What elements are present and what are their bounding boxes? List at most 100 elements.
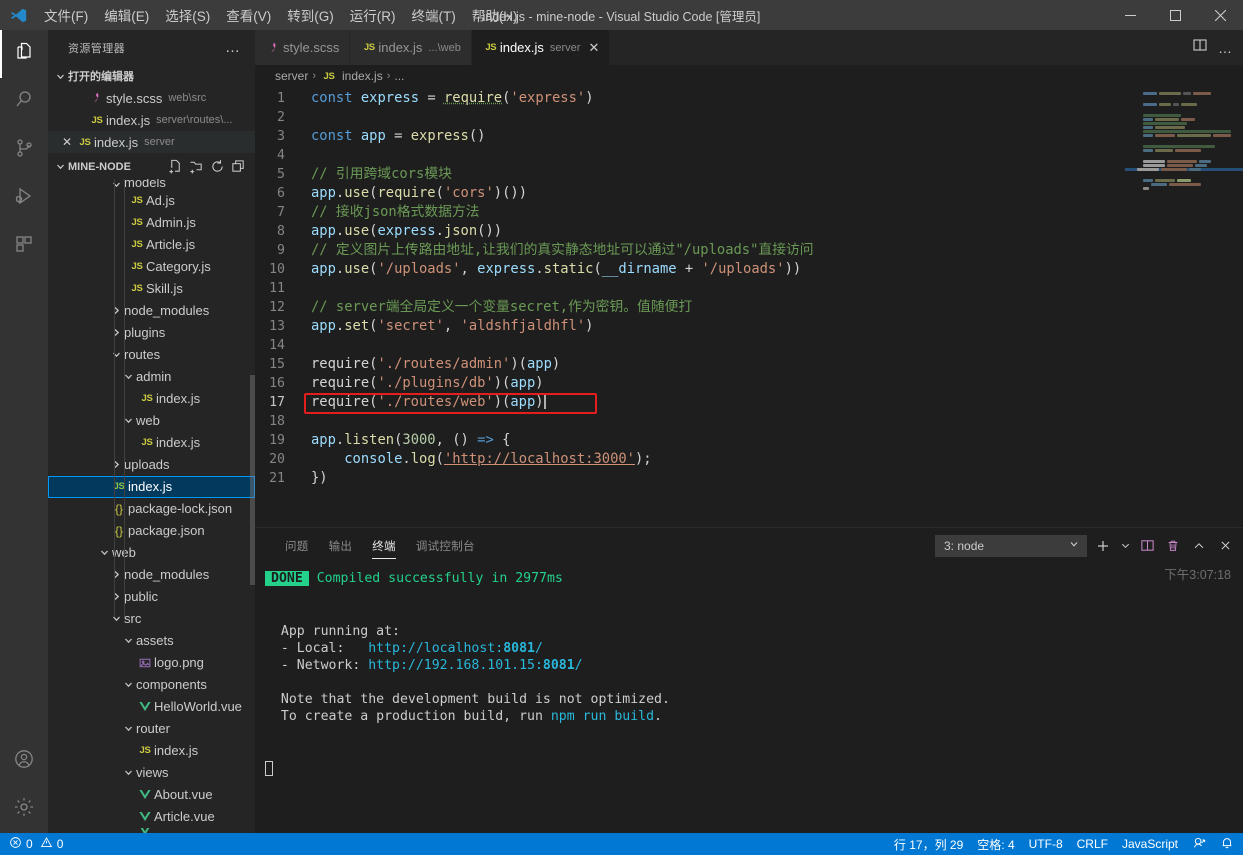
terminal-dropdown-chevron-icon[interactable]	[1119, 536, 1131, 556]
tree-row-plugins[interactable]: plugins	[48, 322, 255, 344]
terminal-network-url[interactable]: http://192.168.101.15:	[368, 658, 543, 673]
minimize-button[interactable]	[1108, 0, 1153, 30]
open-editor-style-scss[interactable]: style.scss web\src	[48, 87, 255, 109]
tree-row-components[interactable]: components	[48, 674, 255, 696]
terminal-network-suffix[interactable]: /	[575, 658, 583, 673]
tree-row-admin[interactable]: admin	[48, 366, 255, 388]
breadcrumb[interactable]: server › JS index.js › ...	[255, 65, 1243, 87]
tab-style-scss[interactable]: style.scss	[255, 30, 351, 65]
tree-row-server-index-js[interactable]: JS index.js	[48, 475, 255, 498]
menu-bar[interactable]: 文件(F) 编辑(E) 选择(S) 查看(V) 转到(G) 运行(R) 终端(T…	[36, 0, 526, 30]
tree-row-views[interactable]: views	[48, 762, 255, 784]
menu-help[interactable]: 帮助(H)	[464, 0, 526, 30]
tree-row-web-node-modules[interactable]: node_modules	[48, 564, 255, 586]
cursor-position[interactable]: 行 17，列 29	[887, 833, 970, 855]
tree-row-public[interactable]: public	[48, 586, 255, 608]
panel-header[interactable]: 问题 输出 终端 调试控制台 3: node	[255, 528, 1243, 563]
tree-row-about-vue[interactable]: About.vue	[48, 784, 255, 806]
menu-view[interactable]: 查看(V)	[218, 0, 279, 30]
close-icon[interactable]: ✕	[58, 135, 76, 149]
tree-row-article-js[interactable]: JS Article.js	[48, 234, 255, 256]
new-folder-icon[interactable]	[188, 158, 205, 175]
window-controls[interactable]	[1108, 0, 1243, 30]
close-icon[interactable]: ✕	[588, 40, 599, 56]
tree-row-uploads[interactable]: uploads	[48, 454, 255, 476]
tree-row-helloworld-vue[interactable]: HelloWorld.vue	[48, 696, 255, 718]
activity-explorer[interactable]	[0, 30, 48, 78]
tree-row-partial[interactable]	[48, 827, 255, 833]
terminal-local-suffix[interactable]: /	[535, 641, 543, 656]
encoding[interactable]: UTF-8	[1022, 833, 1070, 855]
tree-row-assets[interactable]: assets	[48, 630, 255, 652]
panel-tab-debug-console[interactable]: 调试控制台	[406, 528, 485, 563]
breadcrumb-part-file[interactable]: index.js	[342, 69, 383, 83]
menu-edit[interactable]: 编辑(E)	[96, 0, 157, 30]
new-file-icon[interactable]	[167, 158, 184, 175]
sidebar-more-actions[interactable]: …	[225, 39, 247, 56]
terminal-local-url[interactable]: http://localhost:	[368, 641, 503, 656]
split-editor-icon[interactable]	[1192, 37, 1208, 58]
minimap[interactable]	[1125, 87, 1243, 527]
editor-tab-bar[interactable]: style.scss JS index.js ...\web JS index.…	[255, 30, 1243, 65]
activity-settings[interactable]	[0, 785, 48, 833]
activity-account[interactable]	[0, 737, 48, 785]
close-panel-icon[interactable]	[1215, 536, 1235, 556]
panel-actions[interactable]: 3: node	[935, 534, 1243, 557]
more-actions-icon[interactable]: …	[1218, 40, 1233, 56]
terminal-local-port[interactable]: 8081	[503, 641, 535, 656]
problems-status[interactable]: 0 0	[2, 833, 70, 855]
activity-extensions[interactable]	[0, 222, 48, 270]
close-button[interactable]	[1198, 0, 1243, 30]
tree-row-admin-js[interactable]: JS Admin.js	[48, 212, 255, 234]
tweet-feedback-button[interactable]	[1185, 833, 1213, 855]
tree-row-admin-index-js[interactable]: JS index.js	[48, 388, 255, 410]
tree-row-router-index-js[interactable]: JS index.js	[48, 740, 255, 762]
add-terminal-icon[interactable]	[1093, 536, 1113, 556]
menu-file[interactable]: 文件(F)	[36, 0, 96, 30]
trash-icon[interactable]	[1163, 536, 1183, 556]
tree-row-category-js[interactable]: JS Category.js	[48, 256, 255, 278]
notifications-button[interactable]	[1213, 833, 1241, 855]
breadcrumb-part-more[interactable]: ...	[394, 69, 404, 83]
refresh-icon[interactable]	[209, 158, 226, 175]
activity-run-debug[interactable]	[0, 174, 48, 222]
tree-row-skill-js[interactable]: JS Skill.js	[48, 278, 255, 300]
menu-goto[interactable]: 转到(G)	[279, 0, 342, 30]
menu-run[interactable]: 运行(R)	[342, 0, 404, 30]
activity-source-control[interactable]	[0, 126, 48, 174]
terminal-prompt-line[interactable]	[265, 759, 1243, 776]
menu-selection[interactable]: 选择(S)	[157, 0, 218, 30]
eol[interactable]: CRLF	[1070, 833, 1115, 855]
tree-row-article-vue[interactable]: Article.vue	[48, 806, 255, 828]
collapse-all-icon[interactable]	[230, 158, 247, 175]
open-editor-index-js-routes[interactable]: JS index.js server\routes\...	[48, 109, 255, 131]
indentation[interactable]: 空格: 4	[970, 833, 1021, 855]
panel-tab-terminal[interactable]: 终端	[362, 528, 406, 563]
tree-row-router[interactable]: router	[48, 718, 255, 740]
terminal-network-port[interactable]: 8081	[543, 658, 575, 673]
maximize-button[interactable]	[1153, 0, 1198, 30]
editor-actions[interactable]: …	[1192, 30, 1243, 65]
tree-row-package-lock-json[interactable]: {} package-lock.json	[48, 498, 255, 520]
tree-row-web-routes[interactable]: web	[48, 410, 255, 432]
activity-search[interactable]	[0, 78, 48, 126]
maximize-panel-icon[interactable]	[1189, 536, 1209, 556]
language-mode[interactable]: JavaScript	[1115, 833, 1185, 855]
tab-index-js-server[interactable]: JS index.js server ✕	[471, 30, 611, 65]
open-editors-header[interactable]: 打开的编辑器	[48, 65, 255, 87]
project-root-header[interactable]: MINE-NODE	[48, 155, 255, 179]
tree-row-logo-png[interactable]: logo.png	[48, 652, 255, 674]
tree-row-package-json[interactable]: {} package.json	[48, 520, 255, 542]
tree-row-models[interactable]: models	[48, 179, 255, 190]
tree-row-node-modules-server[interactable]: node_modules	[48, 300, 255, 322]
open-editor-index-js-server[interactable]: ✕ JS index.js server	[48, 131, 255, 153]
tree-row-routes[interactable]: routes	[48, 344, 255, 366]
panel-tab-problems[interactable]: 问题	[275, 528, 319, 563]
breadcrumb-part-server[interactable]: server	[275, 69, 308, 83]
terminal-selector[interactable]: 3: node	[935, 534, 1087, 557]
file-tree[interactable]: models JS Ad.js JS Admin.js JS Article.j…	[48, 178, 255, 833]
code-editor[interactable]: 1 const express = require('express') 2 3 c…	[255, 87, 1243, 527]
panel-tab-output[interactable]: 输出	[319, 528, 363, 563]
menu-terminal[interactable]: 终端(T)	[404, 0, 464, 30]
tree-row-ad-js[interactable]: JS Ad.js	[48, 190, 255, 212]
